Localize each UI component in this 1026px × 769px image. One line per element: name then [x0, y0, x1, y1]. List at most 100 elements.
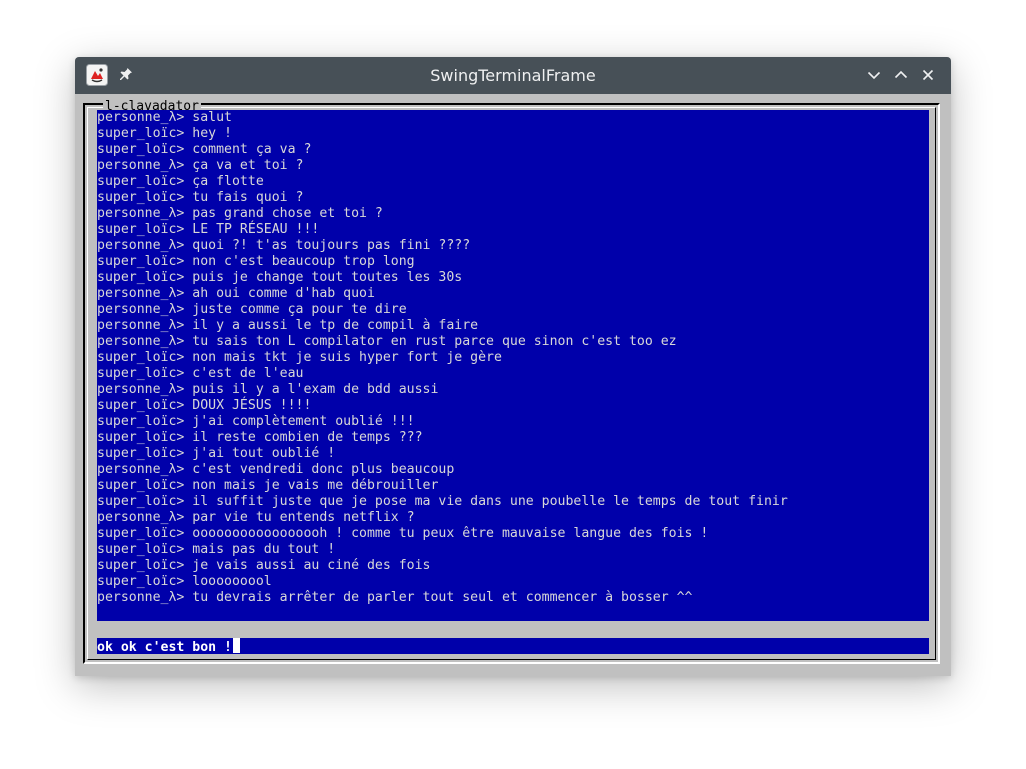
chat-message: comment ça va ?: [192, 142, 312, 157]
chat-message: ooooooooooooooooh ! comme tu peux être m…: [192, 526, 709, 541]
chat-line: super_loïc> il suffit juste que je pose …: [97, 494, 929, 510]
chat-prompt: >: [176, 350, 193, 365]
chat-message: il suffit juste que je pose ma vie dans …: [192, 494, 788, 509]
chat-message: tu fais quoi ?: [192, 190, 304, 205]
chat-line: personne_λ> tu devrais arrêter de parler…: [97, 590, 929, 606]
close-icon[interactable]: [919, 66, 937, 84]
chat-prompt: >: [176, 590, 193, 605]
chat-prompt: >: [176, 542, 193, 557]
chat-line: super_loïc> puis je change tout toutes l…: [97, 270, 929, 286]
message-input-value: ok ok c'est bon !: [97, 640, 232, 655]
chat-username: super_loïc: [97, 126, 177, 141]
chat-line: super_loïc> non mais je vais me débrouil…: [97, 478, 929, 494]
chat-message: ça flotte: [192, 174, 264, 189]
chat-message: il y a aussi le tp de compil à faire: [192, 318, 479, 333]
chat-username: super_loïc: [97, 254, 177, 269]
chat-prompt: >: [176, 318, 193, 333]
chat-log[interactable]: personne_λ> salut super_loïc> hey ! super_…: [97, 110, 929, 621]
chat-username: personne_λ: [97, 318, 177, 333]
chat-message: puis je change tout toutes les 30s: [192, 270, 463, 285]
chat-prompt: >: [176, 334, 193, 349]
chat-line: personne_λ> tu sais ton L compilator en …: [97, 334, 929, 350]
chat-line: personne_λ> c'est vendredi donc plus bea…: [97, 462, 929, 478]
chat-username: super_loïc: [97, 542, 177, 557]
chat-username: super_loïc: [97, 222, 177, 237]
chat-line: personne_λ> ah oui comme d'hab quoi: [97, 286, 929, 302]
chat-line: super_loïc> DOUX JÉSUS !!!!: [97, 398, 929, 414]
title-bar[interactable]: SwingTerminalFrame: [75, 57, 951, 94]
chat-message: non mais tkt je suis hyper fort je gère: [192, 350, 502, 365]
chat-prompt: >: [176, 302, 193, 317]
chat-prompt: >: [176, 174, 193, 189]
chat-username: super_loïc: [97, 190, 177, 205]
chat-prompt: >: [176, 398, 193, 413]
chat-prompt: >: [176, 382, 193, 397]
chat-message: par vie tu entends netflix ?: [192, 510, 415, 525]
chat-username: personne_λ: [97, 334, 177, 349]
chat-prompt: >: [176, 222, 193, 237]
message-input[interactable]: ok ok c'est bon !: [97, 638, 929, 655]
chat-line: super_loïc> looooooool: [97, 574, 929, 590]
chevron-down-icon[interactable]: [865, 66, 883, 84]
chat-line: personne_λ> salut: [97, 110, 929, 126]
chat-username: personne_λ: [97, 206, 177, 221]
chat-line: super_loïc> non mais tkt je suis hyper f…: [97, 350, 929, 366]
chevron-up-icon[interactable]: [892, 66, 910, 84]
chat-prompt: >: [176, 142, 193, 157]
chat-prompt: >: [176, 462, 193, 477]
chat-line: super_loïc> ooooooooooooooooh ! comme tu…: [97, 526, 929, 542]
chat-message: DOUX JÉSUS !!!!: [192, 398, 312, 413]
chat-username: personne_λ: [97, 286, 177, 301]
chat-username: super_loïc: [97, 350, 177, 365]
chat-message: c'est vendredi donc plus beaucoup: [192, 462, 455, 477]
chat-prompt: >: [176, 478, 193, 493]
chat-username: super_loïc: [97, 478, 177, 493]
chat-line: super_loïc> non c'est beaucoup trop long: [97, 254, 929, 270]
chat-message: j'ai complètement oublié !!!: [192, 414, 415, 429]
chat-message: j'ai tout oublié !: [192, 446, 336, 461]
chat-username: super_loïc: [97, 430, 177, 445]
chat-username: super_loïc: [97, 526, 177, 541]
chat-line: super_loïc> j'ai tout oublié !: [97, 446, 929, 462]
chat-message: juste comme ça pour te dire: [192, 302, 407, 317]
chat-line: personne_λ> ça va et toi ?: [97, 158, 929, 174]
chat-prompt: >: [176, 110, 193, 125]
window-title: SwingTerminalFrame: [430, 66, 596, 85]
chat-username: super_loïc: [97, 558, 177, 573]
chat-username: personne_λ: [97, 590, 177, 605]
chat-prompt: >: [176, 254, 193, 269]
terminal-window: SwingTerminalFrame l-clavadator personne…: [75, 57, 951, 676]
chat-message: quoi ?! t'as toujours pas fini ????: [192, 238, 471, 253]
chat-line: super_loïc> tu fais quoi ?: [97, 190, 929, 206]
chat-username: super_loïc: [97, 142, 177, 157]
chat-message: puis il y a l'exam de bdd aussi: [192, 382, 439, 397]
chat-message: pas grand chose et toi ?: [192, 206, 383, 221]
chat-message: LE TP RÉSEAU !!!: [192, 222, 320, 237]
chat-message: mais pas du tout !: [192, 542, 336, 557]
chat-line: personne_λ> il y a aussi le tp de compil…: [97, 318, 929, 334]
chat-message: il reste combien de temps ???: [192, 430, 423, 445]
chat-prompt: >: [176, 366, 193, 381]
chat-prompt: >: [176, 414, 193, 429]
chat-message: je vais aussi au ciné des fois: [192, 558, 431, 573]
chat-username: super_loïc: [97, 494, 177, 509]
chat-prompt: >: [176, 190, 193, 205]
chat-message: tu sais ton L compilator en rust parce q…: [192, 334, 677, 349]
chat-message: ça va et toi ?: [192, 158, 304, 173]
chat-message: non mais je vais me débrouiller: [192, 478, 439, 493]
chat-prompt: >: [176, 238, 193, 253]
chat-message: ah oui comme d'hab quoi: [192, 286, 375, 301]
chat-line: super_loïc> hey !: [97, 126, 929, 142]
chat-prompt: >: [176, 446, 193, 461]
chat-username: super_loïc: [97, 270, 177, 285]
chat-line: personne_λ> pas grand chose et toi ?: [97, 206, 929, 222]
chat-line: super_loïc> ça flotte: [97, 174, 929, 190]
text-cursor: [232, 638, 240, 653]
chat-username: personne_λ: [97, 462, 177, 477]
chat-message: tu devrais arrêter de parler tout seul e…: [192, 590, 693, 605]
chat-line: super_loïc> j'ai complètement oublié !!!: [97, 414, 929, 430]
chat-username: super_loïc: [97, 174, 177, 189]
chat-username: personne_λ: [97, 382, 177, 397]
chat-username: super_loïc: [97, 366, 177, 381]
chat-prompt: >: [176, 494, 193, 509]
